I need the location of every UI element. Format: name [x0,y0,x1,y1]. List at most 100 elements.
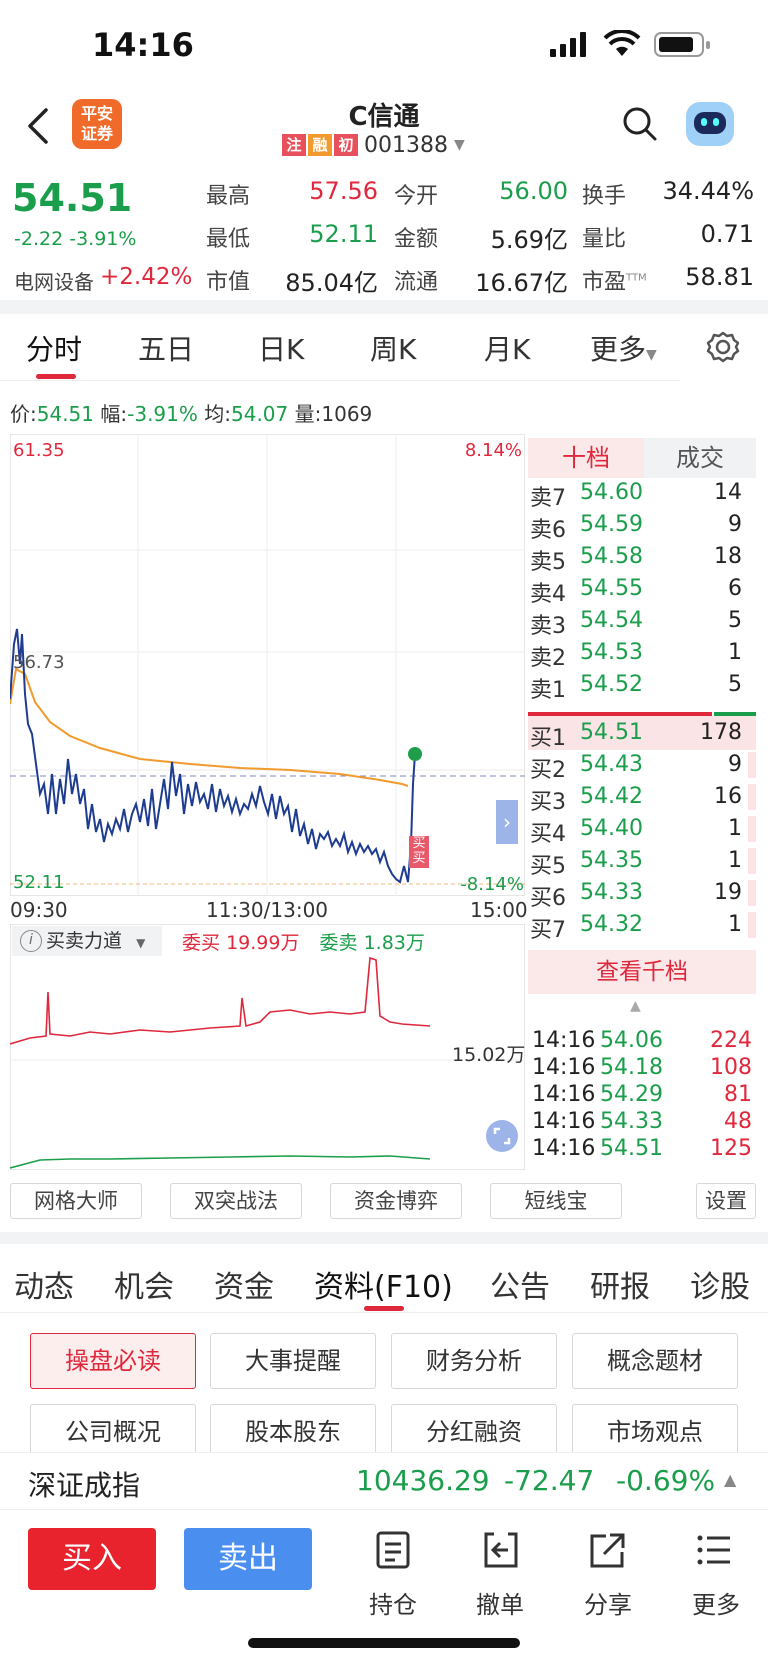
x-label-close: 15:00 [470,898,528,922]
tab-f10[interactable]: 资料(F10) [314,1262,453,1306]
tab-more[interactable]: 更多▼ [590,328,657,368]
bid-row[interactable]: 买7 54.32 1 [528,908,756,943]
cancel-order-label[interactable]: 撤单 [460,1585,540,1620]
volume-scale-label: 15.02万 [452,1044,526,1066]
holdings-label[interactable]: 持仓 [353,1585,433,1620]
chart-y-mid: 56.73 [13,652,65,673]
ask-row[interactable]: 卖4 54.55 6 [528,572,756,607]
ask-row[interactable]: 卖2 54.53 1 [528,636,756,671]
tab-month-k[interactable]: 月K [484,328,530,368]
stock-badges: 注 融 初 001388 ▼ [282,132,465,158]
status-time: 14:16 [92,26,194,64]
bid-row[interactable]: 买4 54.40 1 [528,812,756,847]
view-thousand-levels-button[interactable]: 查看千档 [528,950,756,994]
bid-row[interactable]: 买2 54.43 9 [528,748,756,783]
battery-icon [654,32,710,57]
cancel-order-icon[interactable] [482,1530,520,1570]
high-label: 最高 [206,184,251,209]
share-label[interactable]: 分享 [568,1585,648,1620]
tab-ten-levels[interactable]: 十档 [528,438,644,478]
tab-intraday[interactable]: 分时 [26,328,82,368]
low-label: 最低 [206,227,251,252]
fullscreen-expand-icon[interactable] [486,1120,518,1152]
ask-row[interactable]: 卖1 54.52 5 [528,668,756,703]
indicator-selector[interactable]: i 买卖力道 ▼ [12,926,162,956]
volume-bar [748,784,756,810]
tab-funds[interactable]: 资金 [214,1262,274,1306]
home-indicator[interactable] [248,1638,520,1648]
tab-announcements[interactable]: 公告 [490,1262,550,1306]
share-icon[interactable] [588,1530,628,1570]
tab-research[interactable]: 研报 [590,1262,650,1306]
intraday-price-chart[interactable] [10,434,525,896]
more-label[interactable]: 更多 [676,1585,756,1620]
tab-day-k[interactable]: 日K [258,328,304,368]
ask-row[interactable]: 卖7 54.60 14 [528,476,756,511]
expand-panel-chevron-icon[interactable]: › [496,800,518,844]
search-icon[interactable] [622,106,658,142]
margin-badge-zhu: 注 [282,134,306,156]
bid-row[interactable]: 买1 54.51 178 [528,716,756,751]
tab-diagnosis[interactable]: 诊股 [690,1262,750,1306]
concept-theme-button[interactable]: 概念题材 [572,1333,738,1389]
bid-row[interactable]: 买5 54.35 1 [528,844,756,879]
buy-button[interactable]: 买入 [28,1528,156,1590]
tab-news[interactable]: 动态 [14,1262,74,1306]
trade-row: 14:16 54.18 108 [528,1055,756,1082]
order-pressure-summary: 委买 19.99万 委卖 1.83万 [182,932,425,954]
tab-five-day[interactable]: 五日 [138,328,194,368]
level-volume: 5 [728,672,742,697]
level-price: 54.55 [580,576,643,601]
collapse-arrow-icon[interactable]: ▲ [630,998,641,1014]
must-read-button[interactable]: 操盘必读 [30,1333,196,1389]
level-volume: 178 [700,720,742,745]
ask-row[interactable]: 卖6 54.59 9 [528,508,756,543]
more-dropdown-icon: ▼ [646,347,657,363]
trade-volume: 224 [710,1028,752,1053]
tools-settings-button[interactable]: 设置 [696,1183,756,1219]
tab-opportunity[interactable]: 机会 [114,1262,174,1306]
trade-time: 14:16 [532,1082,596,1107]
tab-week-k[interactable]: 周K [370,328,416,368]
financial-analysis-button[interactable]: 财务分析 [391,1333,557,1389]
double-breakout-button[interactable]: 双突战法 [170,1183,302,1219]
market-cap-label: 市值 [206,270,251,295]
volume-bar [748,816,756,842]
grid-master-button[interactable]: 网格大师 [10,1183,142,1219]
index-change: -72.47 [504,1464,595,1497]
level-volume: 19 [714,880,742,905]
robot-assistant-icon[interactable] [686,102,734,146]
major-events-button[interactable]: 大事提醒 [210,1333,376,1389]
ask-row[interactable]: 卖3 54.54 5 [528,604,756,639]
level-volume: 16 [714,784,742,809]
tab-trades[interactable]: 成交 [644,438,756,478]
x-label-noon: 11:30/13:00 [206,898,329,922]
volume-bar [748,752,756,778]
sector-label[interactable]: 电网设备 [14,266,94,295]
chart-pct-top: 8.14% [464,440,522,461]
new-badge-chu: 初 [334,134,358,156]
fund-game-button[interactable]: 资金博弈 [330,1183,462,1219]
trade-volume: 108 [710,1055,752,1080]
short-term-treasure-button[interactable]: 短线宝 [490,1183,622,1219]
bid-row[interactable]: 买6 54.33 19 [528,876,756,911]
level-price: 54.58 [580,544,643,569]
float-cap-label: 流通 [394,270,439,295]
quote-panel: 54.51 -2.22 -3.91% 电网设备 +2.42% 最高 57.56 … [0,162,768,300]
settings-gear-icon[interactable] [706,330,740,364]
ask-row[interactable]: 卖5 54.58 18 [528,540,756,575]
level-price: 54.52 [580,672,643,697]
divider [0,380,680,381]
bid-row[interactable]: 买3 54.42 16 [528,780,756,815]
code-dropdown-icon[interactable]: ▼ [454,137,465,153]
more-menu-icon[interactable] [696,1530,734,1570]
sell-button[interactable]: 卖出 [184,1528,312,1590]
open-value: 56.00 [499,177,568,205]
expand-up-icon[interactable]: ▲ [724,1470,736,1489]
buy-sell-power-chart[interactable] [10,956,525,1170]
trade-price: 54.33 [600,1109,663,1134]
holdings-icon[interactable] [375,1530,411,1570]
status-bar: 14:16 [0,0,768,90]
volume-bar [748,880,756,906]
index-value: 10436.29 [356,1464,490,1497]
